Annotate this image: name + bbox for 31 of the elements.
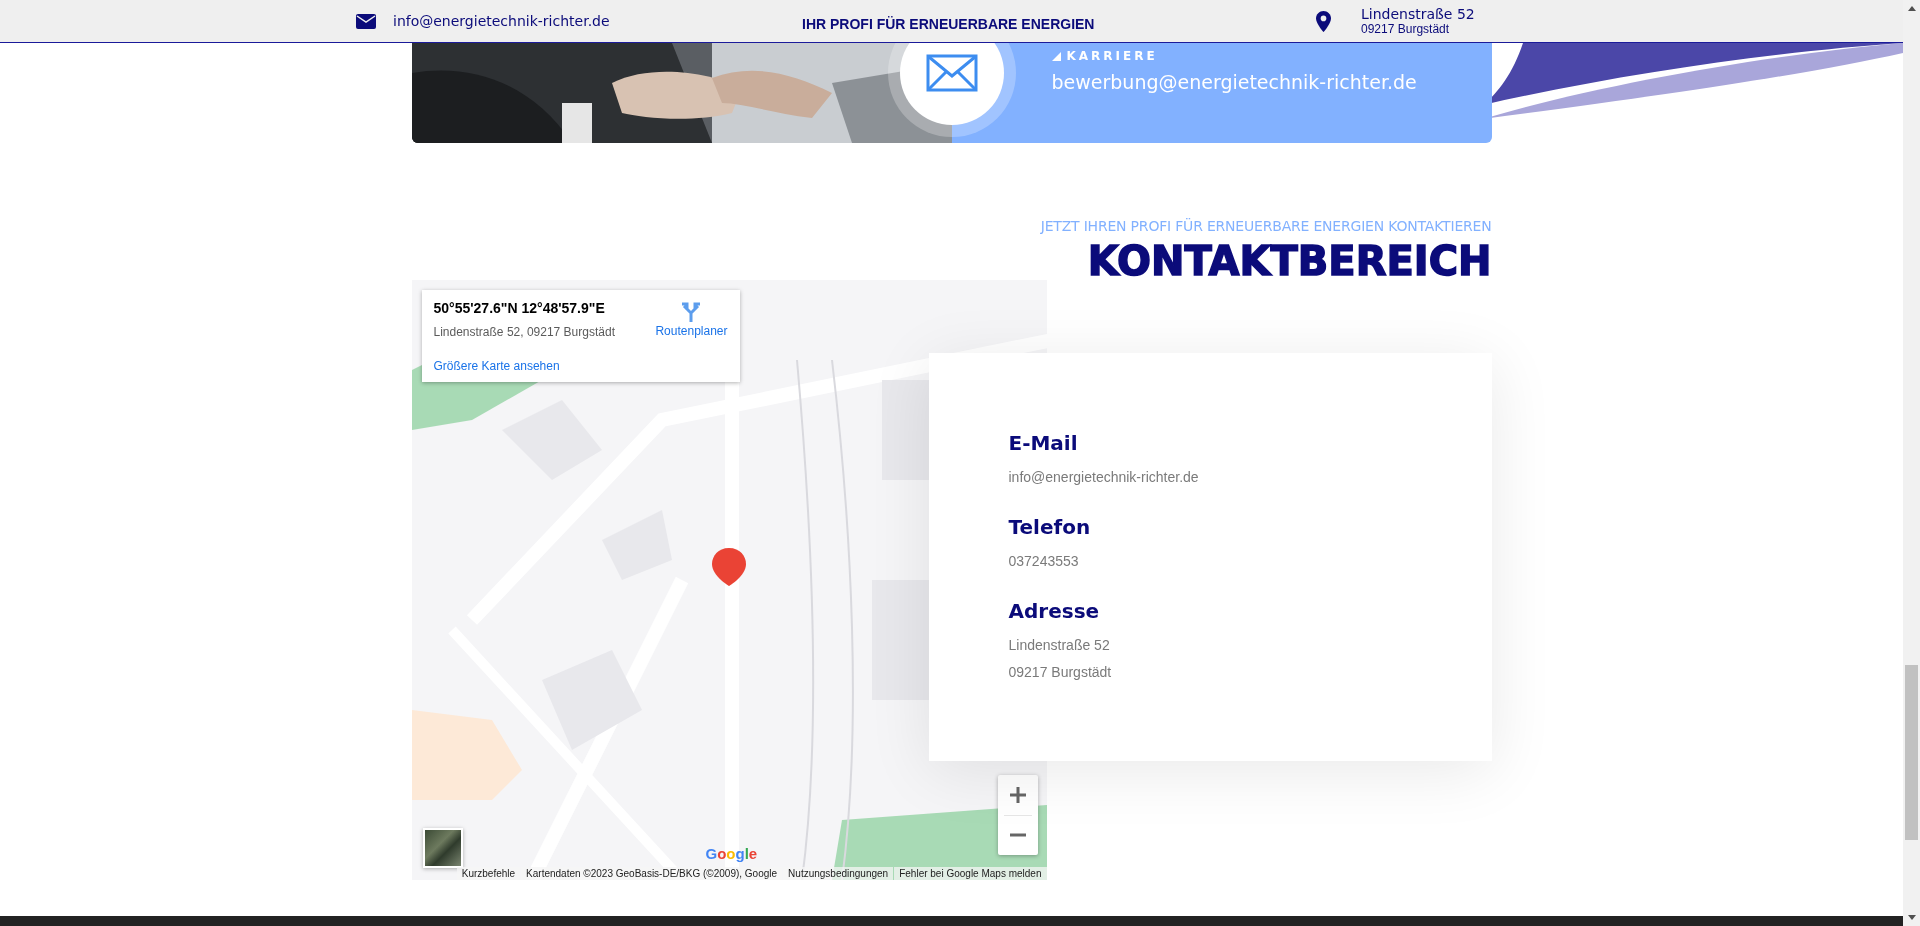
scroll-down-icon[interactable]: [1907, 915, 1916, 920]
larger-map-link[interactable]: Größere Karte ansehen: [433, 359, 728, 373]
email-link[interactable]: info@energietechnik-richter.de: [393, 13, 610, 29]
contact-detail: Lindenstraße 52: [1008, 636, 1111, 655]
location-pin-icon: [1316, 10, 1331, 32]
envelope-icon: [356, 13, 376, 29]
minus-icon: [1008, 833, 1027, 838]
section-title: KONTAKTBEREICH: [1087, 238, 1492, 284]
contact-detail: info@energietechnik-richter.de: [1008, 468, 1200, 487]
address-line: Lindenstraße 52: [1361, 6, 1475, 22]
fork-arrow-icon: [681, 302, 702, 322]
contact-heading: Telefon: [1008, 515, 1092, 539]
scrollbar-thumb[interactable]: [1905, 665, 1918, 840]
map-type-button[interactable]: [422, 828, 463, 868]
contact-heading: E-Mail: [1008, 431, 1079, 455]
banner-label: KARRIERE: [1066, 49, 1158, 63]
map-address: Lindenstraße 52, 09217 Burgstädt: [433, 325, 616, 339]
tagline: IHR PROFI FÜR ERNEUERBARE ENERGIEN: [802, 16, 1096, 32]
contact-heading: Adresse: [1008, 599, 1101, 623]
plus-icon: [1008, 785, 1027, 804]
directions-button[interactable]: Routenplaner: [655, 302, 728, 338]
contact-detail: 037243553: [1008, 552, 1080, 571]
envelope-icon: [925, 54, 978, 92]
scroll-up-icon[interactable]: [1907, 6, 1916, 11]
map-footer-link[interactable]: Fehler bei Google Maps melden: [894, 867, 1047, 880]
contact-detail: 09217 Burgstädt: [1008, 663, 1113, 682]
section-subtitle: JETZT IHREN PROFI FÜR ERNEUERBARE ENERGIEN KONTAKTIEREN: [1040, 218, 1492, 234]
coordinates: 50°55'27.6"N 12°48'57.9"E: [433, 300, 605, 316]
map-logo: Google: [705, 845, 758, 862]
address-line: 09217 Burgstädt: [1361, 22, 1451, 36]
corner-triangle-icon: [1051, 51, 1061, 61]
